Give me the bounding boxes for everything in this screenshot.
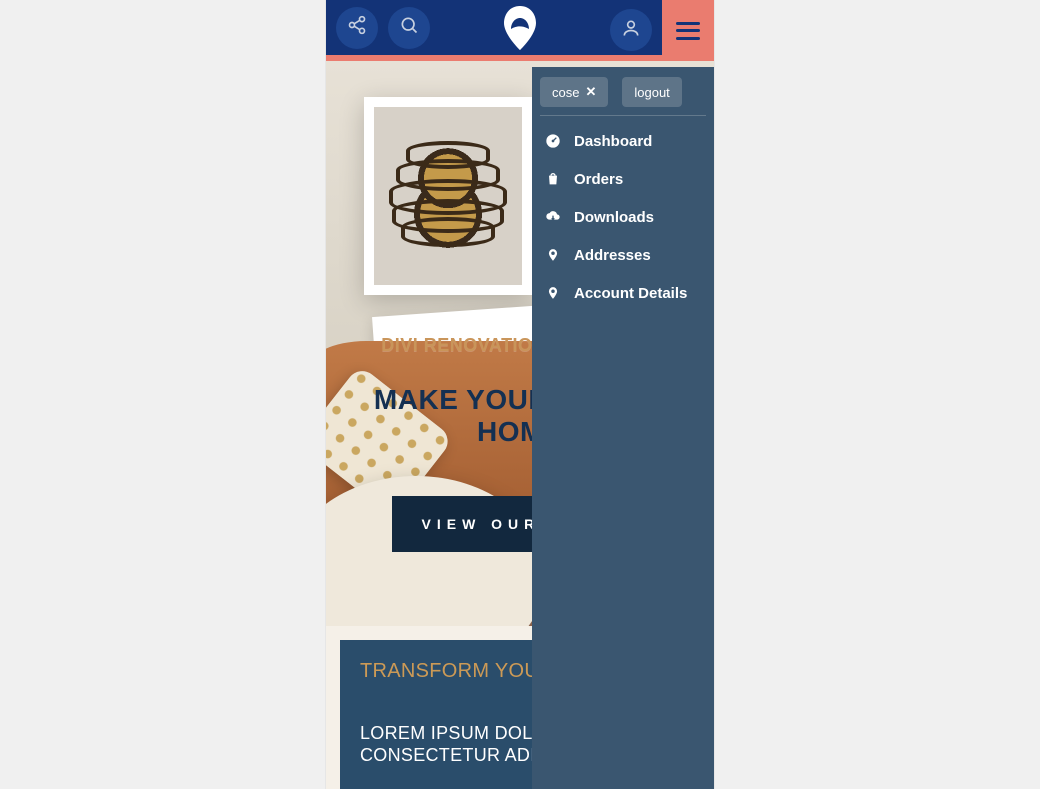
menu-item-label: Account Details [574,285,687,302]
menu-item-downloads[interactable]: Downloads [540,198,706,236]
menu-item-orders[interactable]: Orders [540,160,706,198]
search-icon [399,15,419,40]
close-icon: ✕ [585,84,596,100]
brand-logo [493,1,547,55]
bag-icon [544,170,562,188]
app-header [326,0,714,61]
mobile-viewport: DIVI RENOVATIONS SERVICES MAKE YOURSELF … [326,0,714,789]
close-panel-label: cose [552,85,579,100]
menu-item-label: Orders [574,171,623,188]
menu-item-label: Downloads [574,209,654,226]
search-button[interactable] [388,7,430,49]
panel-divider [540,115,706,116]
gauge-icon [544,132,562,150]
logout-button[interactable]: logout [622,77,681,107]
cloud-download-icon [544,208,562,226]
hamburger-icon [676,22,700,40]
menu-item-label: Dashboard [574,133,652,150]
pin-icon [544,246,562,264]
user-icon [621,18,641,43]
pin-icon [544,284,562,302]
menu-item-addresses[interactable]: Addresses [540,236,706,274]
account-panel: cose ✕ logout Dashboard Orders [532,67,714,789]
share-icon [347,15,367,40]
account-menu: Dashboard Orders Downloads Addresses Acc… [540,122,706,312]
menu-button[interactable] [662,0,714,61]
menu-item-account-details[interactable]: Account Details [540,274,706,312]
menu-item-dashboard[interactable]: Dashboard [540,122,706,160]
share-button[interactable] [336,7,378,49]
account-button[interactable] [610,9,652,51]
menu-item-label: Addresses [574,247,651,264]
close-panel-button[interactable]: cose ✕ [540,77,608,107]
logout-label: logout [634,85,669,100]
